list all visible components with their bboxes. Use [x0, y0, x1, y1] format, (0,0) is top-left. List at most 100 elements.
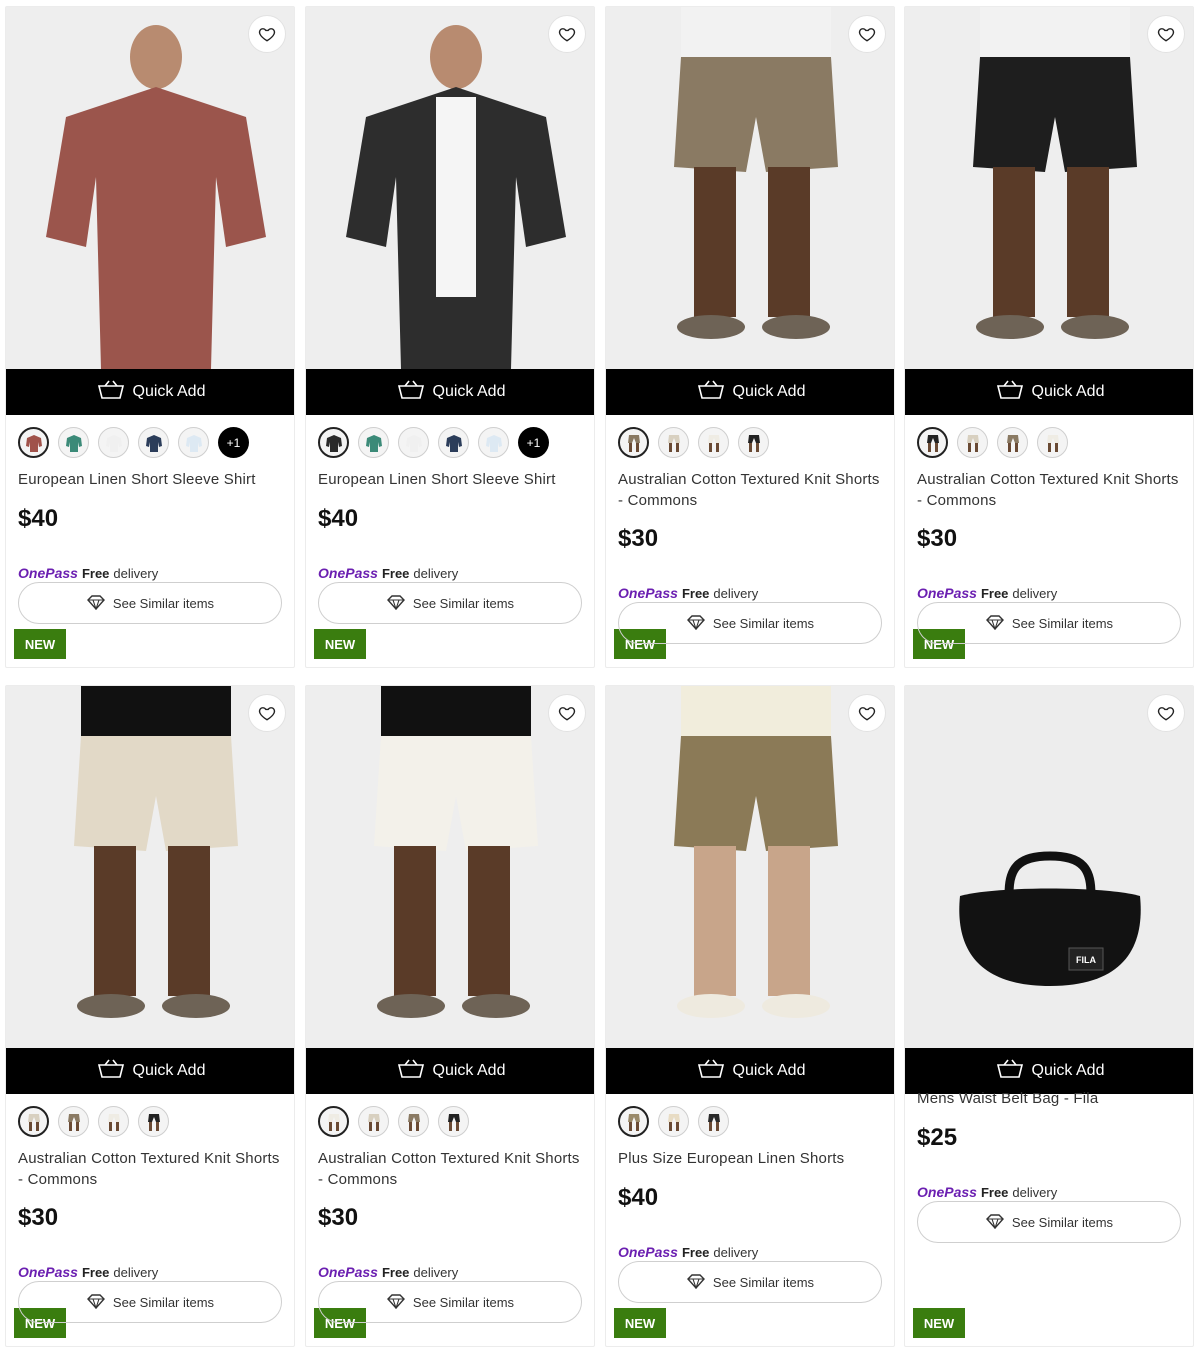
color-swatch[interactable]: [138, 427, 169, 458]
color-swatch[interactable]: [18, 427, 49, 458]
color-swatch[interactable]: [698, 1106, 729, 1137]
product-image[interactable]: [306, 686, 594, 1048]
color-swatch[interactable]: [18, 1106, 49, 1137]
quick-add-button[interactable]: Quick Add: [306, 1048, 594, 1094]
new-badge: NEW: [913, 1308, 965, 1338]
color-swatches: +1: [318, 427, 549, 458]
quick-add-label: Quick Add: [432, 1062, 506, 1079]
product-image[interactable]: [606, 7, 894, 369]
see-similar-button[interactable]: See Similar items: [18, 1281, 282, 1323]
see-similar-button[interactable]: See Similar items: [318, 1281, 582, 1323]
color-swatch[interactable]: [997, 427, 1028, 458]
color-swatches: [917, 427, 1068, 458]
color-swatch[interactable]: [698, 427, 729, 458]
more-colors-button[interactable]: +1: [218, 427, 249, 458]
color-swatches: [618, 427, 769, 458]
see-similar-button[interactable]: See Similar items: [318, 582, 582, 624]
wishlist-heart-icon[interactable]: [1147, 694, 1185, 732]
wishlist-heart-icon[interactable]: [548, 15, 586, 53]
wishlist-heart-icon[interactable]: [848, 15, 886, 53]
see-similar-label: See Similar items: [112, 1294, 215, 1310]
see-similar-button[interactable]: See Similar items: [917, 1201, 1181, 1243]
product-card[interactable]: NEW Quick Add Australian Cotton Textured K…: [605, 6, 895, 668]
color-swatch[interactable]: [438, 1106, 469, 1137]
wishlist-heart-icon[interactable]: [1147, 15, 1185, 53]
product-title[interactable]: Australian Cotton Textured Knit Shorts -…: [318, 1148, 580, 1190]
onepass-delivery: OnePass Free delivery: [917, 585, 1057, 601]
see-similar-label: See Similar items: [712, 615, 815, 631]
wishlist-heart-icon[interactable]: [248, 694, 286, 732]
color-swatch[interactable]: [58, 1106, 89, 1137]
color-swatch[interactable]: [478, 427, 509, 458]
free-label: Free: [381, 1265, 410, 1280]
more-colors-button[interactable]: +1: [518, 427, 549, 458]
quick-add-button[interactable]: Quick Add: [905, 369, 1193, 415]
wishlist-heart-icon[interactable]: [548, 694, 586, 732]
product-image[interactable]: [6, 686, 294, 1048]
product-title[interactable]: Australian Cotton Textured Knit Shorts -…: [917, 469, 1179, 511]
color-swatch[interactable]: [58, 427, 89, 458]
onepass-delivery: OnePass Free delivery: [618, 585, 758, 601]
product-title[interactable]: European Linen Short Sleeve Shirt: [18, 469, 280, 490]
product-image[interactable]: [6, 7, 294, 369]
color-swatch[interactable]: [618, 427, 649, 458]
color-swatch[interactable]: [318, 1106, 349, 1137]
product-price: $40: [18, 505, 59, 532]
wishlist-heart-icon[interactable]: [248, 15, 286, 53]
color-swatch[interactable]: [358, 427, 389, 458]
product-image[interactable]: [905, 7, 1193, 369]
onepass-delivery: OnePass Free delivery: [18, 565, 158, 581]
product-title[interactable]: Australian Cotton Textured Knit Shorts -…: [618, 469, 880, 511]
color-swatch[interactable]: [138, 1106, 169, 1137]
product-card[interactable]: NEW Quick Add Australian Cotton Textured K…: [5, 685, 295, 1347]
product-card[interactable]: NEW Quick Add Australian Cotton Textured K…: [904, 6, 1194, 668]
product-image[interactable]: [306, 7, 594, 369]
color-swatch[interactable]: [178, 427, 209, 458]
see-similar-button[interactable]: See Similar items: [18, 582, 282, 624]
see-similar-button[interactable]: See Similar items: [917, 602, 1181, 644]
quick-add-button[interactable]: Quick Add: [606, 369, 894, 415]
color-swatch[interactable]: [98, 427, 129, 458]
onepass-delivery: OnePass Free delivery: [318, 1264, 458, 1280]
product-title[interactable]: Australian Cotton Textured Knit Shorts -…: [18, 1148, 280, 1190]
wishlist-heart-icon[interactable]: [848, 694, 886, 732]
delivery-label: delivery: [413, 1265, 459, 1280]
color-swatch[interactable]: [957, 427, 988, 458]
color-swatch[interactable]: [917, 427, 948, 458]
color-swatch[interactable]: [738, 427, 769, 458]
quick-add-button[interactable]: Quick Add: [606, 1048, 894, 1094]
color-swatch[interactable]: [658, 1106, 689, 1137]
onepass-logo: OnePass: [618, 585, 678, 601]
color-swatch[interactable]: [358, 1106, 389, 1137]
color-swatch[interactable]: [618, 1106, 649, 1137]
product-price: $30: [18, 1204, 59, 1231]
product-price: $30: [318, 1204, 359, 1231]
product-image[interactable]: FILA: [905, 686, 1193, 1048]
see-similar-button[interactable]: See Similar items: [618, 1261, 882, 1303]
quick-add-button[interactable]: Quick Add: [6, 369, 294, 415]
quick-add-button[interactable]: Quick Add: [6, 1048, 294, 1094]
see-similar-label: See Similar items: [412, 595, 515, 611]
color-swatch[interactable]: [658, 427, 689, 458]
product-title[interactable]: Plus Size European Linen Shorts: [618, 1148, 880, 1169]
color-swatch[interactable]: [398, 1106, 429, 1137]
product-card[interactable]: NEW Quick Add +1 European Linen Short Sleev…: [5, 6, 295, 668]
color-swatch[interactable]: [1037, 427, 1068, 458]
product-grid: NEW Quick Add +1 European Linen Short Sleev…: [0, 0, 1200, 1356]
product-card[interactable]: NEW Quick Add Australian Cotton Textured K…: [305, 685, 595, 1347]
product-card[interactable]: NEW Quick Add Plus Size European Linen Sho…: [605, 685, 895, 1347]
see-similar-button[interactable]: See Similar items: [618, 602, 882, 644]
delivery-label: delivery: [713, 586, 759, 601]
quick-add-button[interactable]: Quick Add: [306, 369, 594, 415]
product-card[interactable]: FILA NEW Quick Add Mens Waist Belt Bag - Fi…: [904, 685, 1194, 1347]
color-swatch[interactable]: [98, 1106, 129, 1137]
color-swatch[interactable]: [438, 427, 469, 458]
product-title[interactable]: Mens Waist Belt Bag - Fila: [917, 1088, 1179, 1109]
color-swatch[interactable]: [398, 427, 429, 458]
product-image[interactable]: [606, 686, 894, 1048]
color-swatch[interactable]: [318, 427, 349, 458]
product-card[interactable]: NEW Quick Add +1 European Linen Short Sleev…: [305, 6, 595, 668]
svg-text:FILA: FILA: [1076, 955, 1096, 965]
product-title[interactable]: European Linen Short Sleeve Shirt: [318, 469, 580, 490]
free-label: Free: [980, 1185, 1009, 1200]
